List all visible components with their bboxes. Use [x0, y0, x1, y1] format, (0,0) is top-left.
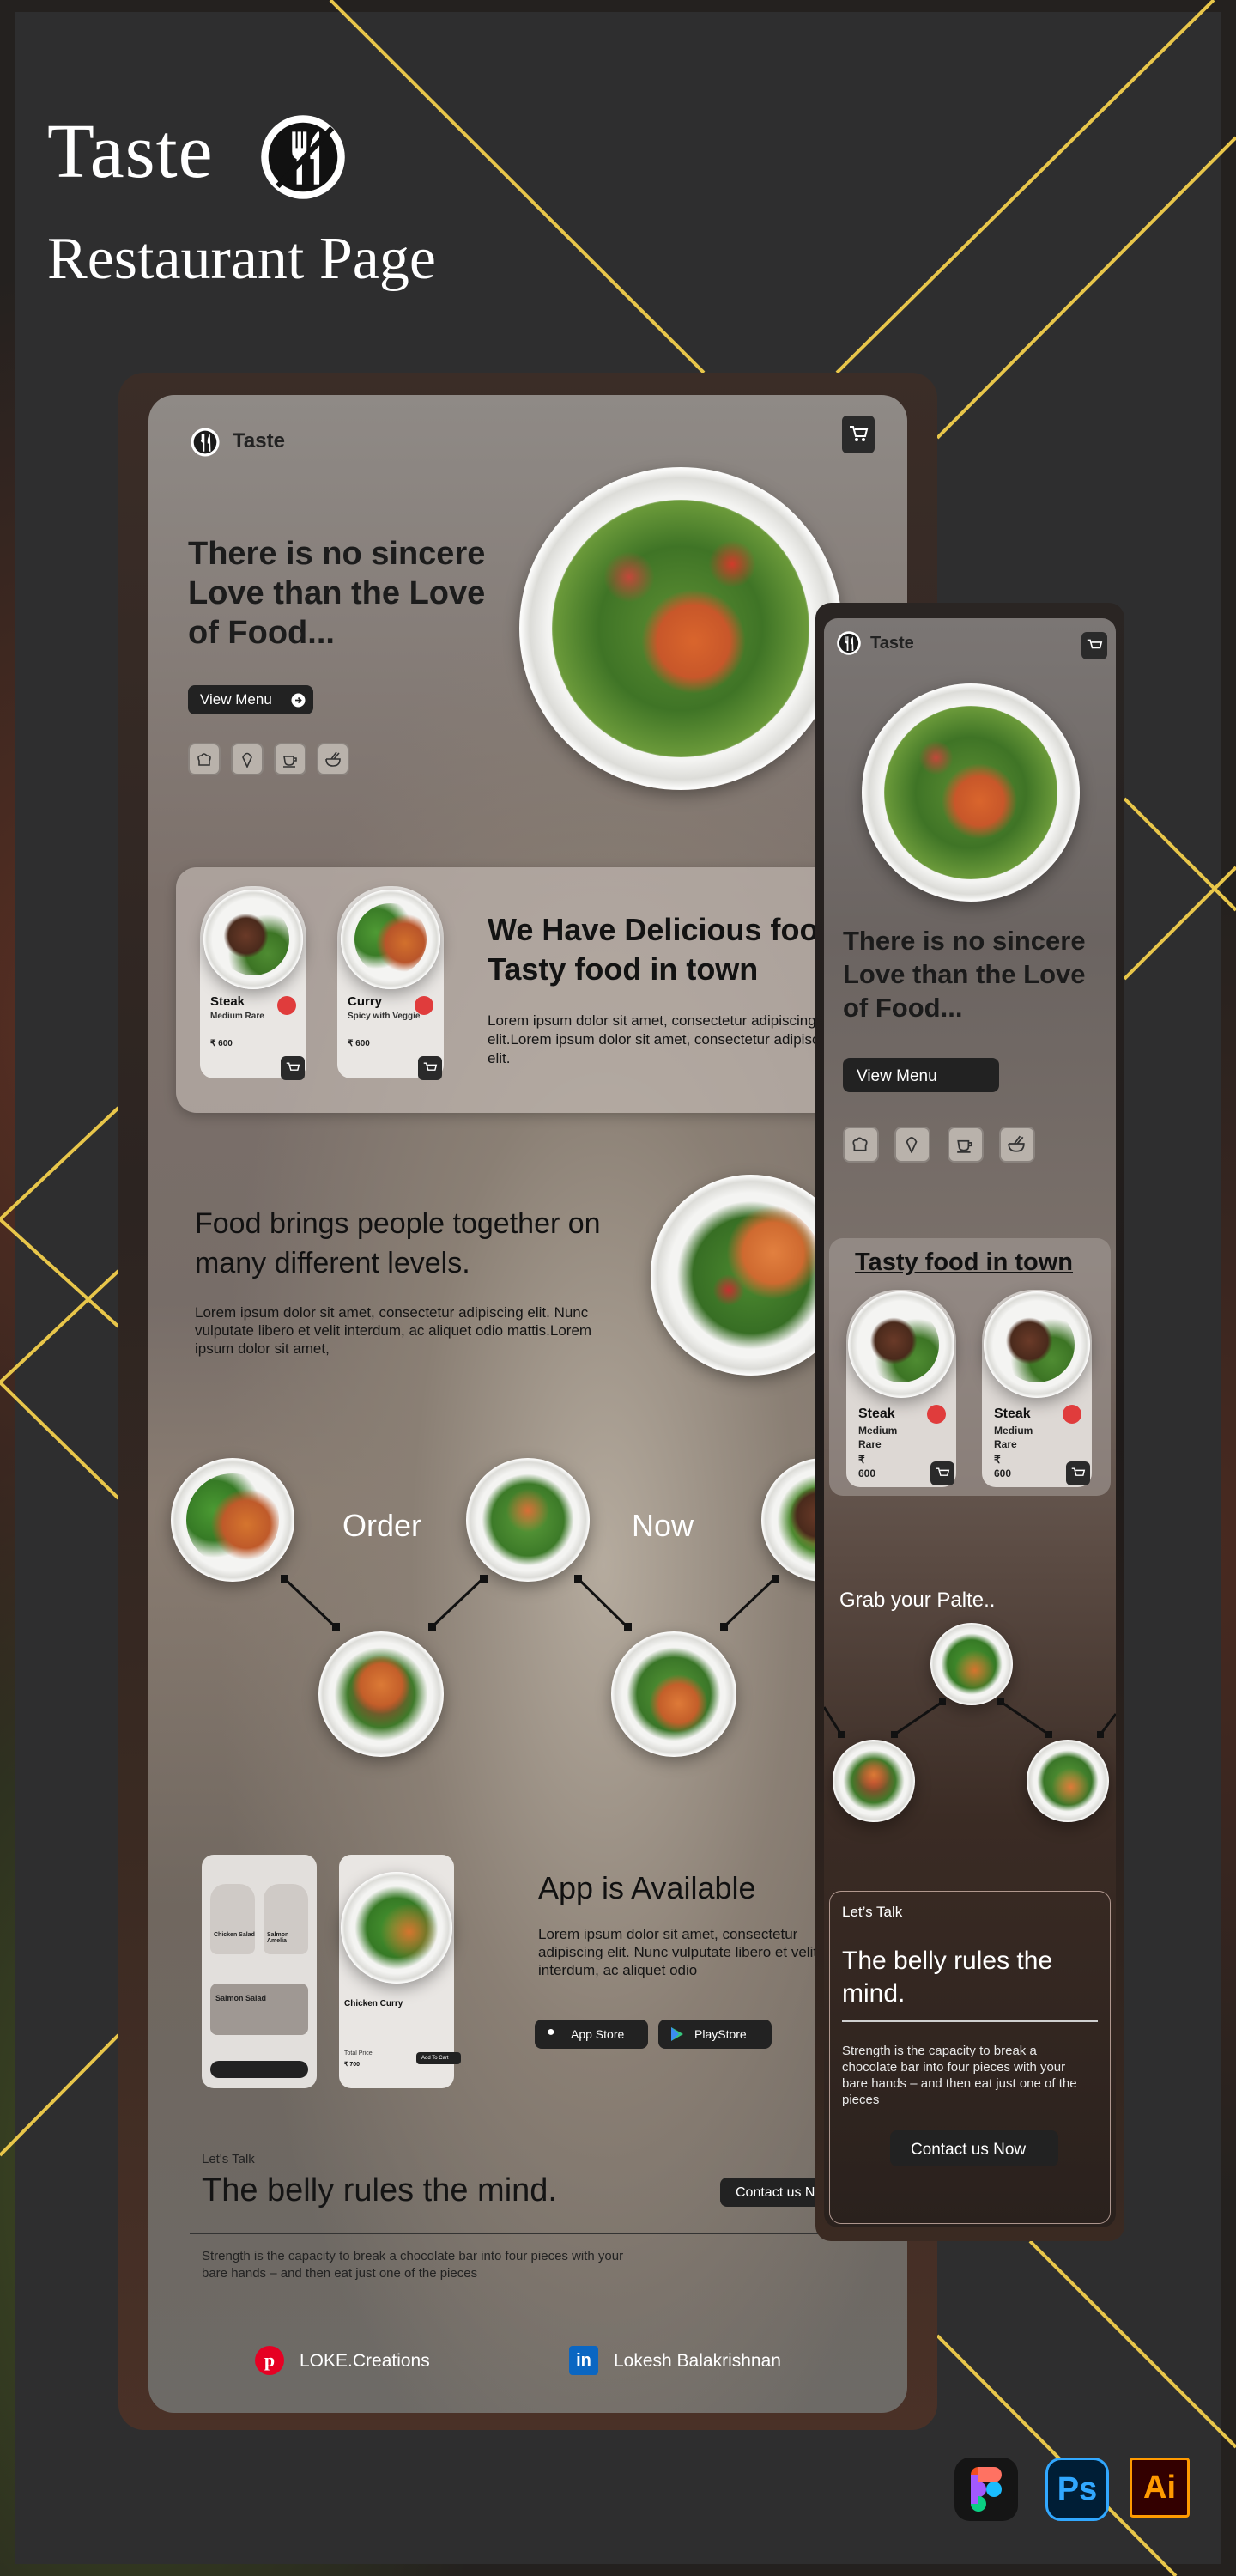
phone-curry-plate [341, 1872, 452, 1984]
illustrator-label: Ai [1143, 2469, 1176, 2506]
contact-divider [190, 2233, 907, 2234]
fork-knife-logo-icon [261, 115, 345, 199]
phone-item-label: Salmon Salad [215, 1994, 267, 2002]
linkedin-name: Lokesh Balakrishnan [614, 2351, 781, 2371]
pinterest-handle: LOKE.Creations [300, 2351, 430, 2371]
app-title: App is Available [538, 1870, 756, 1905]
mobile-mockup: Taste There is no sincere Love than the … [824, 618, 1116, 2227]
presentation-page: Taste Restaurant Page Taste There is no … [0, 0, 1236, 2576]
mobile-contact-divider [842, 2020, 1098, 2022]
linkedin-icon: in [569, 2346, 598, 2375]
app-phone-2: Chicken Curry Total Price ₹ 700 Add To C… [339, 1855, 461, 2088]
mobile-contact-button-label: Contact us Now [911, 2141, 1027, 2159]
desktop-mockup: Taste There is no sincere Love than the … [148, 395, 907, 2413]
phone-add-to-cart[interactable]: Add To Cart [416, 2052, 461, 2064]
phone-price-label: Total Price [344, 2050, 373, 2057]
phone-dish-name: Chicken Curry [344, 1999, 403, 2008]
app-body: Lorem ipsum dolor sit amet, consectetur … [538, 1926, 818, 1978]
mobile-contact-body: Strength is the capacity to break a choc… [842, 2044, 1077, 2107]
mobile-contact-button[interactable]: Contact us Now [890, 2130, 1058, 2166]
mobile-contact-eyebrow: Let’s Talk [842, 1904, 903, 1923]
figma-icon [971, 2467, 1002, 2512]
figma-badge [954, 2458, 1018, 2521]
mobile-contact-title: The belly rules the mind. [842, 1947, 1053, 2008]
app-phone-1: Chicken Salad Salmon Amelia Salmon Salad [202, 1855, 317, 2088]
photoshop-label: Ps [1057, 2470, 1098, 2507]
showcase-title: Taste [47, 109, 214, 194]
contact-body: Strength is the capacity to break a choc… [202, 2249, 624, 2281]
phone-item-label: Chicken Salad [214, 1932, 255, 1938]
play-store-label: PlayStore [694, 2027, 747, 2041]
phone-item-1[interactable]: Chicken Salad [210, 1884, 255, 1954]
phone-item-2[interactable]: Salmon Amelia [264, 1884, 308, 1954]
phone-price: ₹ 700 [344, 2062, 360, 2068]
showcase-subtitle: Restaurant Page [47, 226, 436, 292]
mobile-contact-panel: Let’s Talk The belly rules the mind. Str… [829, 1891, 1111, 2224]
pinterest-icon: p [255, 2346, 284, 2375]
app-store-button[interactable]: ● App Store [535, 2020, 648, 2049]
app-store-label: App Store [571, 2027, 625, 2041]
photoshop-badge: Ps [1045, 2458, 1109, 2521]
apple-icon: ● [547, 2025, 555, 2039]
phone-item-label: Salmon Amelia [267, 1932, 289, 1944]
contact-title: The belly rules the mind. [202, 2172, 557, 2208]
illustrator-badge: Ai [1130, 2458, 1190, 2518]
phone-item-3[interactable]: Salmon Salad [210, 1984, 308, 2035]
google-play-icon [671, 2027, 683, 2041]
contact-eyebrow: Let's Talk [202, 2152, 255, 2166]
phone-tabbar [210, 2061, 308, 2078]
play-store-button[interactable]: PlayStore [658, 2020, 772, 2049]
order-connector-lines [281, 1575, 779, 1631]
